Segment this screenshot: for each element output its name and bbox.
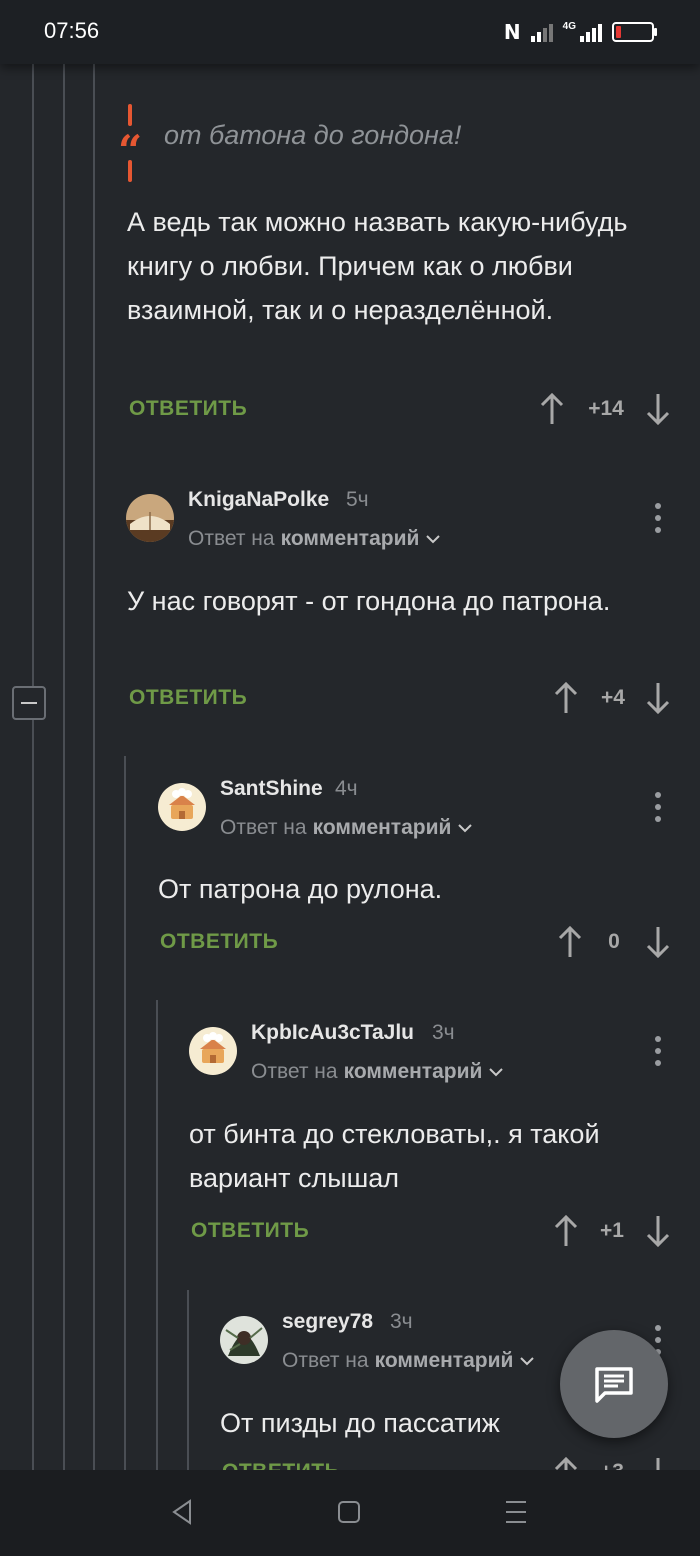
avatar[interactable] bbox=[158, 783, 206, 831]
quote-bar bbox=[128, 104, 132, 126]
reply-button[interactable]: ОТВЕТИТЬ bbox=[160, 930, 278, 954]
avatar[interactable] bbox=[220, 1316, 268, 1364]
upvote-icon[interactable] bbox=[540, 392, 564, 426]
comment-time: 3ч bbox=[432, 1021, 455, 1044]
reply-to-target: комментарий bbox=[374, 1349, 514, 1372]
thread-line[interactable] bbox=[156, 1000, 158, 1470]
thread-line bbox=[63, 64, 65, 1470]
thread-line[interactable] bbox=[124, 756, 126, 1470]
reply-to-target: комментарий bbox=[343, 1060, 483, 1083]
battery-icon bbox=[612, 22, 657, 42]
reply-to-prefix: Ответ на bbox=[188, 527, 275, 550]
reply-to-link[interactable]: Ответ на комментарий bbox=[282, 1349, 535, 1373]
status-time: 07:56 bbox=[44, 18, 100, 43]
comment-body: У нас говорят - от гондона до патрона. bbox=[127, 586, 611, 616]
reply-to-link[interactable]: Ответ на комментарий bbox=[188, 527, 441, 551]
upvote-icon[interactable] bbox=[554, 681, 578, 715]
more-icon[interactable] bbox=[653, 1036, 663, 1066]
quote-bar bbox=[128, 160, 132, 182]
chevron-down-icon bbox=[489, 1068, 504, 1077]
recents-icon[interactable] bbox=[504, 1498, 528, 1526]
signal-icon-2 bbox=[580, 22, 602, 42]
comment-body: От патрона до рулона. bbox=[158, 874, 443, 904]
reply-to-link[interactable]: Ответ на комментарий bbox=[251, 1060, 504, 1084]
nfc-icon: N bbox=[503, 20, 521, 44]
avatar[interactable] bbox=[189, 1027, 237, 1075]
reply-to-prefix: Ответ на bbox=[220, 816, 307, 839]
comment-body: А ведь так можно назвать какую-нибудь кн… bbox=[127, 207, 628, 325]
status-icons: N 4G bbox=[503, 20, 657, 44]
downvote-icon[interactable] bbox=[646, 925, 670, 959]
collapse-thread-button[interactable] bbox=[12, 686, 46, 720]
downvote-icon[interactable] bbox=[646, 1214, 670, 1248]
comment-icon bbox=[595, 1367, 633, 1403]
thread-line bbox=[32, 64, 34, 1470]
signal-icon bbox=[530, 22, 553, 42]
more-icon[interactable] bbox=[653, 503, 663, 533]
upvote-icon[interactable] bbox=[558, 925, 582, 959]
reply-button[interactable]: ОТВЕТИТЬ bbox=[129, 397, 247, 421]
rating: +14 bbox=[588, 397, 624, 420]
comment-time: 5ч bbox=[346, 488, 369, 511]
username[interactable]: KnigaNaPolke bbox=[188, 488, 329, 512]
comment-time: 3ч bbox=[390, 1310, 413, 1333]
status-bar: 07:56 N 4G bbox=[0, 0, 700, 64]
thread-line bbox=[93, 64, 95, 1470]
upvote-icon[interactable] bbox=[554, 1214, 578, 1248]
comment-time: 4ч bbox=[335, 777, 358, 800]
username[interactable]: segrey78 bbox=[282, 1310, 373, 1334]
rating: +4 bbox=[601, 686, 625, 709]
reply-to-target: комментарий bbox=[280, 527, 420, 550]
thread-line[interactable] bbox=[187, 1290, 189, 1470]
reply-button[interactable]: ОТВЕТИТЬ bbox=[191, 1219, 309, 1243]
reply-to-target: комментарий bbox=[312, 816, 452, 839]
navigation-bar bbox=[0, 1470, 700, 1556]
quote-text: от батона до гондона! bbox=[164, 120, 462, 150]
username[interactable]: KpbIcAu3cTaJlu bbox=[251, 1021, 414, 1045]
back-icon[interactable] bbox=[170, 1498, 194, 1526]
comment-body: от бинта до стекловаты,. я такой вариант… bbox=[189, 1119, 600, 1193]
avatar[interactable] bbox=[126, 494, 174, 542]
chevron-down-icon bbox=[458, 824, 473, 833]
chevron-down-icon bbox=[520, 1357, 535, 1366]
downvote-icon[interactable] bbox=[646, 392, 670, 426]
new-comment-button[interactable] bbox=[560, 1330, 668, 1438]
reply-to-link[interactable]: Ответ на комментарий bbox=[220, 816, 473, 840]
home-icon[interactable] bbox=[337, 1498, 361, 1526]
downvote-icon[interactable] bbox=[646, 681, 670, 715]
reply-to-prefix: Ответ на bbox=[282, 1349, 369, 1372]
chevron-down-icon bbox=[426, 535, 441, 544]
network-type: 4G bbox=[562, 20, 576, 32]
reply-to-prefix: Ответ на bbox=[251, 1060, 338, 1083]
rating: 0 bbox=[608, 930, 620, 953]
reply-button[interactable]: ОТВЕТИТЬ bbox=[129, 686, 247, 710]
rating: +1 bbox=[600, 1219, 624, 1242]
username[interactable]: SantShine bbox=[220, 777, 323, 801]
more-icon[interactable] bbox=[653, 792, 663, 822]
